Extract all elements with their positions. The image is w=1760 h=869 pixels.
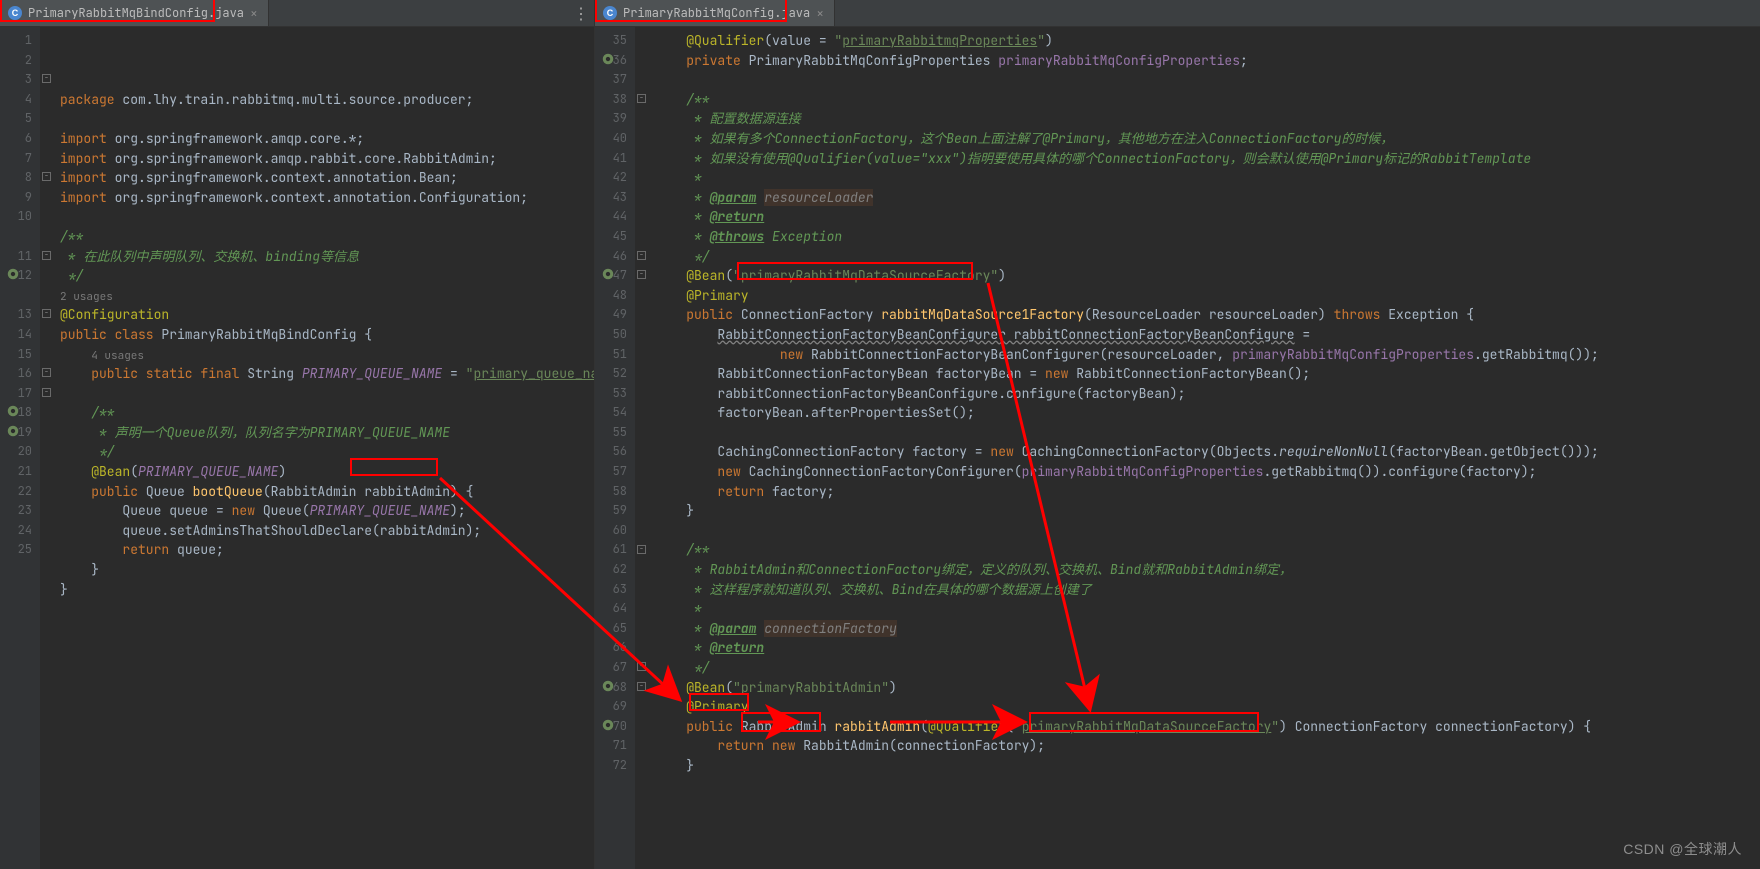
tabbar-right: C PrimaryRabbitMqConfig.java ×	[595, 0, 1760, 27]
code-left[interactable]: ✓ package com.lhy.train.rabbitmq.multi.s…	[54, 27, 594, 869]
right-editor-pane: C PrimaryRabbitMqConfig.java × 353637383…	[595, 0, 1760, 869]
tab-left-file[interactable]: C PrimaryRabbitMqBindConfig.java ×	[0, 0, 269, 26]
editor-right[interactable]: 3536373839404142434445464748495051525354…	[595, 27, 1760, 869]
tab-right-file[interactable]: C PrimaryRabbitMqConfig.java ×	[595, 0, 835, 26]
tabbar-left: C PrimaryRabbitMqBindConfig.java × ⋮	[0, 0, 594, 27]
java-class-icon: C	[8, 6, 22, 20]
left-editor-pane: C PrimaryRabbitMqBindConfig.java × ⋮ 123…	[0, 0, 595, 869]
tab-label: PrimaryRabbitMqBindConfig.java	[28, 5, 244, 21]
tab-overflow-icon[interactable]: ⋮	[568, 0, 594, 26]
gutter-left[interactable]: 1234567891011121314151617181920212223242…	[0, 27, 40, 869]
close-icon[interactable]: ×	[250, 5, 258, 22]
fold-column-right[interactable]: −−−−−−	[635, 27, 649, 869]
java-class-icon: C	[603, 6, 617, 20]
watermark: CSDN @全球潮人	[1623, 839, 1742, 859]
gutter-right[interactable]: 3536373839404142434445464748495051525354…	[595, 27, 635, 869]
tab-label: PrimaryRabbitMqConfig.java	[623, 5, 810, 21]
code-right[interactable]: @Qualifier(value = "primaryRabbitmqPrope…	[649, 27, 1760, 869]
close-icon[interactable]: ×	[816, 5, 824, 22]
fold-column-left[interactable]: −−−−−−	[40, 27, 54, 869]
editor-left[interactable]: 1234567891011121314151617181920212223242…	[0, 27, 594, 869]
